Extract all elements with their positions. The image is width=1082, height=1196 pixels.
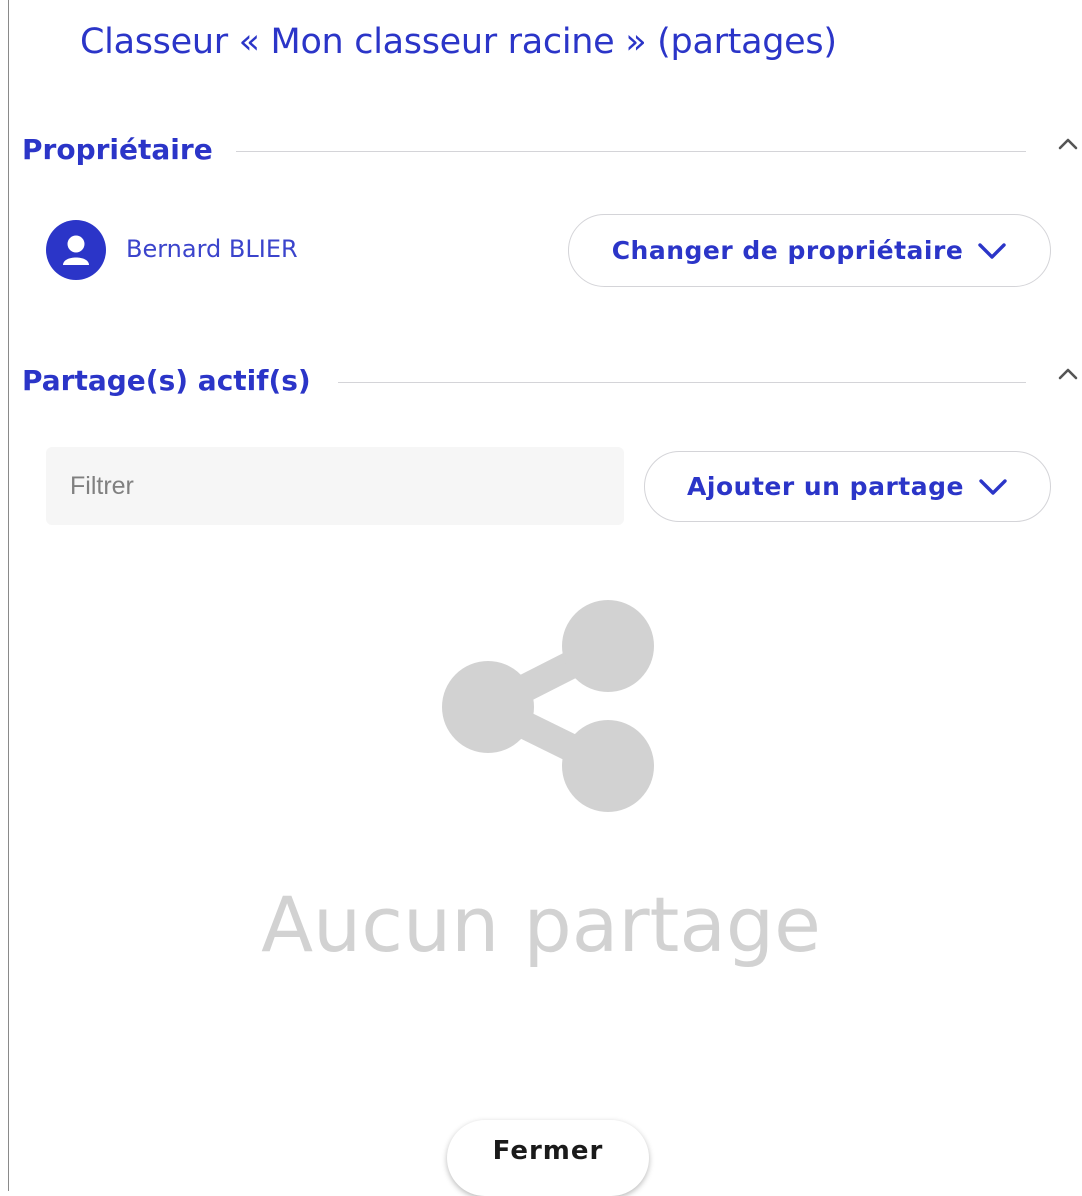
chevron-up-icon[interactable] — [1051, 358, 1082, 392]
dialog-title: Classeur « Mon classeur racine » (partag… — [80, 22, 837, 62]
owner-section-title: Propriétaire — [22, 133, 213, 166]
add-share-label: Ajouter un partage — [687, 472, 964, 501]
close-button[interactable]: Fermer — [447, 1120, 649, 1196]
empty-state-message: Aucun partage — [261, 880, 821, 969]
shares-section-title: Partage(s) actif(s) — [22, 364, 311, 397]
change-owner-label: Changer de propriétaire — [611, 236, 964, 265]
owner-name: Bernard BLIER — [126, 235, 298, 263]
filter-input[interactable] — [46, 447, 624, 525]
avatar — [46, 220, 106, 280]
user-icon — [63, 235, 89, 265]
shares-section-divider — [338, 382, 1026, 383]
owner-section-divider — [236, 151, 1026, 152]
chevron-down-icon — [979, 478, 1007, 495]
dialog — [8, 0, 1082, 1191]
share-icon — [442, 600, 654, 812]
chevron-up-icon[interactable] — [1051, 128, 1082, 162]
chevron-down-icon — [978, 242, 1006, 259]
add-share-button[interactable]: Ajouter un partage — [644, 451, 1051, 522]
change-owner-button[interactable]: Changer de propriétaire — [568, 214, 1051, 287]
